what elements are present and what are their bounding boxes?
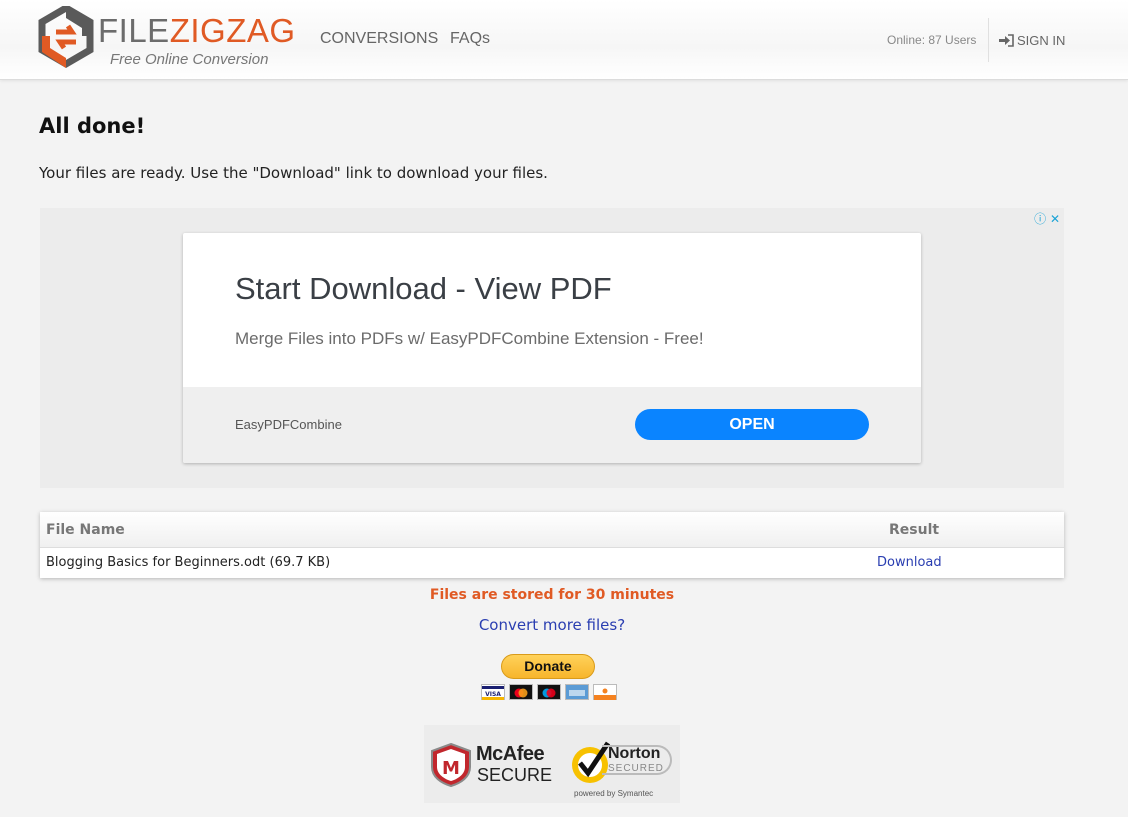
page-subtitle: Your files are ready. Use the "Download"… xyxy=(39,164,548,182)
ad-brand: EasyPDFCombine xyxy=(235,417,342,432)
norton-secured-badge[interactable]: Norton SECURED powered by Symantec xyxy=(568,735,678,798)
files-table: File Name Result Blogging Basics for Beg… xyxy=(40,512,1064,578)
visa-icon: VISA xyxy=(481,684,505,700)
security-badges: M McAfee SECURE Norton SECURED powered b… xyxy=(424,725,680,803)
maestro-icon xyxy=(537,684,561,700)
ad-card[interactable]: Start Download - View PDF Merge Files in… xyxy=(183,233,921,463)
download-link[interactable]: Download xyxy=(877,555,942,570)
ad-description: Merge Files into PDFs w/ EasyPDFCombine … xyxy=(235,329,704,348)
logo-tagline: Free Online Conversion xyxy=(110,51,269,68)
ad-container: ⓘ ✕ Start Download - View PDF Merge File… xyxy=(40,208,1064,488)
norton-powered: powered by Symantec xyxy=(574,789,654,798)
table-header: File Name Result xyxy=(40,512,1064,548)
norton-name: Norton xyxy=(608,745,661,762)
discover-icon xyxy=(593,684,617,700)
amex-icon xyxy=(565,684,589,700)
sign-in-label: SIGN IN xyxy=(1017,33,1066,48)
site-header: FILEZIGZAG Free Online Conversion CONVER… xyxy=(0,0,1128,80)
mcafee-shield-icon: M xyxy=(431,743,471,787)
payment-cards: VISA xyxy=(481,684,617,700)
ad-footer: EasyPDFCombine OPEN xyxy=(183,387,921,463)
norton-sub: SECURED xyxy=(608,763,664,774)
svg-text:VISA: VISA xyxy=(485,691,501,698)
file-name-cell: Blogging Basics for Beginners.odt (69.7 … xyxy=(46,555,331,570)
zigzag-logo-icon xyxy=(38,6,94,69)
convert-more-link[interactable]: Convert more files? xyxy=(0,616,1104,634)
storage-notice: Files are stored for 30 minutes xyxy=(429,587,675,603)
sign-in-icon xyxy=(999,34,1014,47)
column-header-result: Result xyxy=(889,522,940,538)
ad-open-button[interactable]: OPEN xyxy=(635,409,869,440)
nav-conversions[interactable]: CONVERSIONS xyxy=(320,30,438,48)
logo-wordmark: FILEZIGZAG xyxy=(98,12,296,49)
site-logo[interactable]: FILEZIGZAG Free Online Conversion xyxy=(38,6,295,76)
ad-close-icon[interactable]: ✕ xyxy=(1050,212,1060,226)
sign-in-link[interactable]: SIGN IN xyxy=(999,33,1065,48)
header-divider xyxy=(988,18,989,62)
table-row: Blogging Basics for Beginners.odt (69.7 … xyxy=(40,549,1064,578)
ad-title[interactable]: Start Download - View PDF xyxy=(235,271,612,307)
donate-button[interactable]: Donate xyxy=(501,654,595,679)
online-users-count: Online: 87 Users xyxy=(887,33,977,47)
ad-choices[interactable]: ⓘ ✕ xyxy=(1034,210,1060,227)
column-header-file-name: File Name xyxy=(46,522,125,538)
page-title: All done! xyxy=(39,114,146,138)
svg-text:M: M xyxy=(442,758,460,779)
mcafee-secure-badge[interactable]: M McAfee SECURE xyxy=(430,741,553,789)
mastercard-icon xyxy=(509,684,533,700)
ad-info-icon[interactable]: ⓘ xyxy=(1034,212,1046,226)
nav-faqs[interactable]: FAQs xyxy=(450,30,490,48)
mcafee-name: McAfee xyxy=(476,743,545,765)
mcafee-sub: SECURE xyxy=(477,765,553,785)
